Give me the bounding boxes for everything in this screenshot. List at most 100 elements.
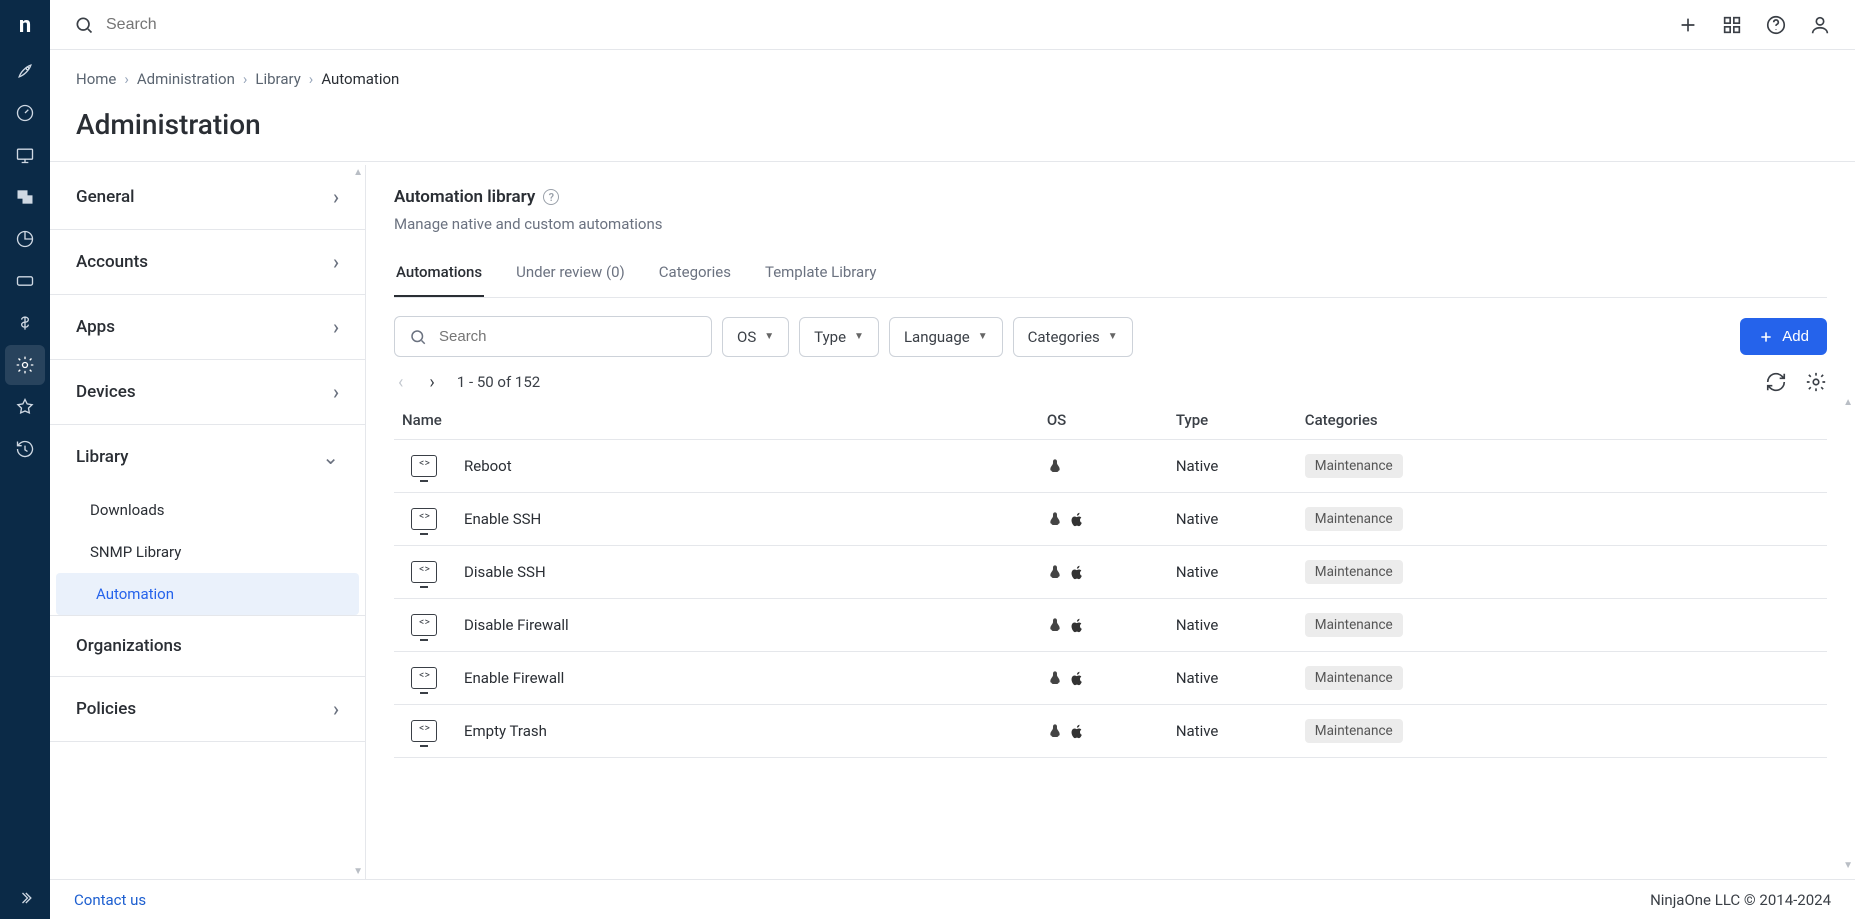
breadcrumb-home[interactable]: Home	[76, 70, 116, 88]
scroll-down-icon: ▼	[1843, 860, 1853, 871]
sidepanel-item-apps[interactable]: Apps ›	[50, 295, 365, 360]
tab-automations[interactable]: Automations	[394, 253, 484, 297]
nav-ticket-icon[interactable]	[5, 261, 45, 301]
chevron-right-icon: ›	[309, 70, 314, 88]
topbar	[50, 0, 1855, 50]
pager-next[interactable]: ›	[425, 372, 438, 393]
category-chip: Maintenance	[1305, 507, 1403, 531]
nav-favorites-icon[interactable]	[5, 387, 45, 427]
col-name[interactable]: Name	[394, 401, 1039, 440]
row-os-icons	[1047, 617, 1160, 633]
tab-categories[interactable]: Categories	[657, 253, 733, 297]
chevron-right-icon: ›	[124, 70, 129, 88]
settings-sidepanel: ▲ ▼ General›Accounts›Apps›Devices›Librar…	[50, 165, 366, 879]
table-search[interactable]	[394, 316, 712, 357]
topbar-actions	[1677, 14, 1831, 36]
sidepanel-item-organizations[interactable]: Organizations	[50, 616, 365, 677]
nav-rocket-icon[interactable]	[5, 51, 45, 91]
filter-label: OS	[737, 328, 756, 346]
global-search[interactable]	[74, 15, 1665, 35]
chevron-down-icon: ⌄	[322, 445, 339, 469]
linux-icon	[1047, 617, 1063, 633]
filter-type[interactable]: Type▼	[799, 317, 879, 357]
table-row[interactable]: Enable SSHNativeMaintenance	[394, 493, 1827, 546]
chevron-right-icon: ›	[243, 70, 248, 88]
scroll-up-icon: ▲	[1843, 397, 1853, 408]
table-row[interactable]: Disable SSHNativeMaintenance	[394, 546, 1827, 599]
pager-prev: ‹	[394, 372, 407, 393]
nav-devices-icon[interactable]	[5, 135, 45, 175]
row-name: Enable Firewall	[464, 669, 564, 687]
script-icon	[411, 455, 437, 477]
script-icon	[411, 667, 437, 689]
table-settings-icon[interactable]	[1805, 371, 1827, 393]
col-type[interactable]: Type	[1168, 401, 1297, 440]
row-type: Native	[1168, 705, 1297, 758]
automation-table: Name OS Type Categories RebootNativeMain…	[394, 401, 1827, 758]
sidepanel-sub-automation[interactable]: Automation	[56, 573, 359, 615]
sidepanel-item-library[interactable]: Library⌄	[50, 425, 365, 489]
category-chip: Maintenance	[1305, 560, 1403, 584]
filter-language[interactable]: Language▼	[889, 317, 1003, 357]
add-button[interactable]: Add	[1740, 318, 1827, 355]
table-row[interactable]: Disable FirewallNativeMaintenance	[394, 599, 1827, 652]
table-row[interactable]: RebootNativeMaintenance	[394, 440, 1827, 493]
sidepanel-item-policies[interactable]: Policies›	[50, 677, 365, 742]
category-chip: Maintenance	[1305, 666, 1403, 690]
brand-logo[interactable]: n	[0, 0, 50, 50]
footer: Contact us NinjaOne LLC © 2014-2024	[50, 879, 1855, 919]
sidepanel-item-accounts[interactable]: Accounts›	[50, 230, 365, 295]
refresh-icon[interactable]	[1765, 371, 1787, 393]
filter-row: OS ▼ Type▼Language▼ Categories ▼ Add	[394, 316, 1827, 357]
table-search-input[interactable]	[437, 327, 697, 346]
nav-chart-icon[interactable]	[5, 219, 45, 259]
help-icon[interactable]	[1765, 14, 1787, 36]
nav-overlap-icon[interactable]	[5, 177, 45, 217]
category-chip: Maintenance	[1305, 613, 1403, 637]
row-type: Native	[1168, 599, 1297, 652]
sidepanel-item-devices[interactable]: Devices›	[50, 360, 365, 425]
nav-billing-icon[interactable]	[5, 303, 45, 343]
search-icon	[74, 15, 94, 35]
apple-icon	[1069, 617, 1085, 633]
filter-label: Categories	[1028, 328, 1100, 346]
table-row[interactable]: Empty TrashNativeMaintenance	[394, 705, 1827, 758]
row-type: Native	[1168, 493, 1297, 546]
sidepanel-item-general[interactable]: General›	[50, 165, 365, 230]
caret-down-icon: ▼	[978, 331, 988, 342]
global-search-input[interactable]	[104, 15, 504, 35]
sidepanel-item-label: General	[76, 187, 134, 207]
filter-categories[interactable]: Categories ▼	[1013, 317, 1133, 357]
breadcrumb-administration[interactable]: Administration	[137, 70, 235, 88]
tab-under-review-0-[interactable]: Under review (0)	[514, 253, 627, 297]
nav-expand-icon[interactable]	[5, 878, 45, 918]
section-title: Automation library ?	[394, 187, 1827, 207]
row-type: Native	[1168, 652, 1297, 705]
breadcrumb-library[interactable]: Library	[255, 70, 300, 88]
col-categories[interactable]: Categories	[1297, 401, 1827, 440]
table-row[interactable]: Enable Firewall Native Maintenance	[394, 652, 1827, 705]
tabs: Automations Under review (0) Categories Tem…	[394, 253, 1827, 298]
apps-icon[interactable]	[1721, 14, 1743, 36]
nav-history-icon[interactable]	[5, 429, 45, 469]
row-name: Empty Trash	[464, 722, 547, 740]
scroll-down-icon: ▼	[353, 866, 363, 877]
col-os[interactable]: OS	[1039, 401, 1168, 440]
caret-down-icon: ▼	[764, 331, 774, 342]
filter-os[interactable]: OS ▼	[722, 317, 789, 357]
nav-dashboard-icon[interactable]	[5, 93, 45, 133]
chevron-right-icon: ›	[333, 315, 339, 339]
nav-settings-icon[interactable]	[5, 345, 45, 385]
help-tooltip-icon[interactable]: ?	[543, 189, 559, 205]
sidepanel-item-label: Apps	[76, 317, 115, 337]
contact-us-link[interactable]: Contact us	[74, 891, 146, 909]
script-icon	[411, 614, 437, 636]
caret-down-icon: ▼	[1108, 331, 1118, 342]
row-os-icons	[1047, 723, 1160, 739]
sidepanel-sub-snmp-library[interactable]: SNMP Library	[50, 531, 365, 573]
sidepanel-sub-downloads[interactable]: Downloads	[50, 489, 365, 531]
user-icon[interactable]	[1809, 14, 1831, 36]
tab-template-library[interactable]: Template Library	[763, 253, 879, 297]
row-name: Reboot	[464, 457, 512, 475]
add-icon[interactable]	[1677, 14, 1699, 36]
